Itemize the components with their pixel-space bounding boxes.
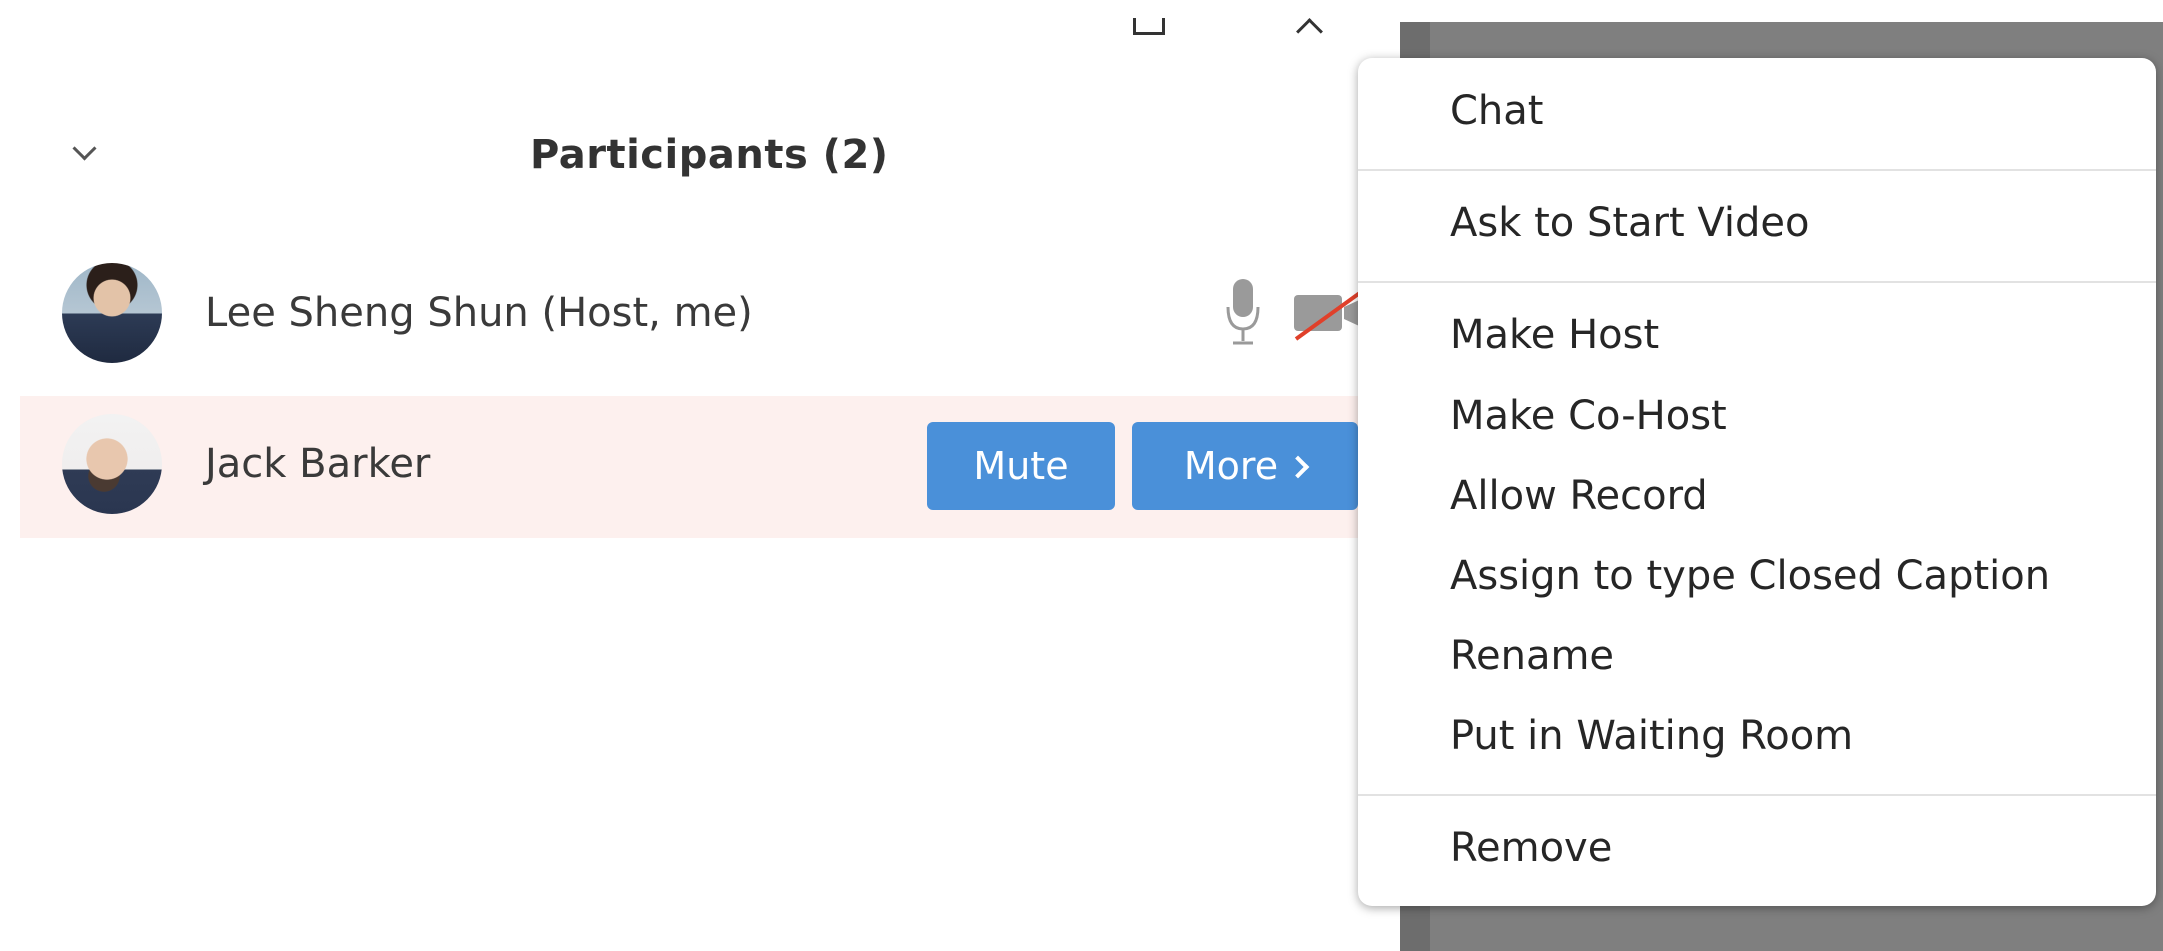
avatar [62, 263, 162, 363]
more-button[interactable]: More [1132, 422, 1358, 510]
menu-item-assign-closed-caption[interactable]: Assign to type Closed Caption [1450, 553, 2050, 599]
participant-name: Lee Sheng Shun (Host, me) [205, 290, 753, 336]
zoom-participants-window: Participants (2) Lee Sheng Shun (Host, m… [0, 0, 2163, 951]
microphone-icon[interactable] [1225, 277, 1261, 349]
more-button-label: More [1183, 444, 1279, 488]
mute-button-label: Mute [973, 444, 1069, 488]
participant-row-selected[interactable]: Jack Barker Mute More [20, 396, 1360, 538]
mute-button[interactable]: Mute [927, 422, 1115, 510]
menu-item-chat[interactable]: Chat [1450, 88, 1543, 134]
restore-window-icon[interactable] [1133, 18, 1165, 35]
menu-item-rename[interactable]: Rename [1450, 633, 1614, 679]
avatar [62, 414, 162, 514]
menu-divider [1358, 169, 2156, 171]
menu-item-remove[interactable]: Remove [1450, 825, 1612, 871]
caret-up-icon[interactable] [1296, 18, 1323, 45]
chevron-down-icon[interactable] [72, 136, 97, 161]
menu-item-make-host[interactable]: Make Host [1450, 312, 1659, 358]
menu-item-ask-to-start-video[interactable]: Ask to Start Video [1450, 200, 1809, 246]
panel-title: Participants (2) [530, 132, 889, 178]
menu-item-make-co-host[interactable]: Make Co-Host [1450, 393, 1727, 439]
participant-context-menu: Chat Ask to Start Video Make Host Make C… [1358, 58, 2156, 906]
menu-item-allow-record[interactable]: Allow Record [1450, 473, 1708, 519]
participant-row-host[interactable]: Lee Sheng Shun (Host, me) [20, 245, 1370, 385]
participant-name: Jack Barker [205, 441, 431, 487]
chevron-right-icon [1286, 455, 1310, 479]
menu-divider [1358, 794, 2156, 796]
menu-divider [1358, 281, 2156, 283]
menu-item-put-in-waiting-room[interactable]: Put in Waiting Room [1450, 713, 1853, 759]
